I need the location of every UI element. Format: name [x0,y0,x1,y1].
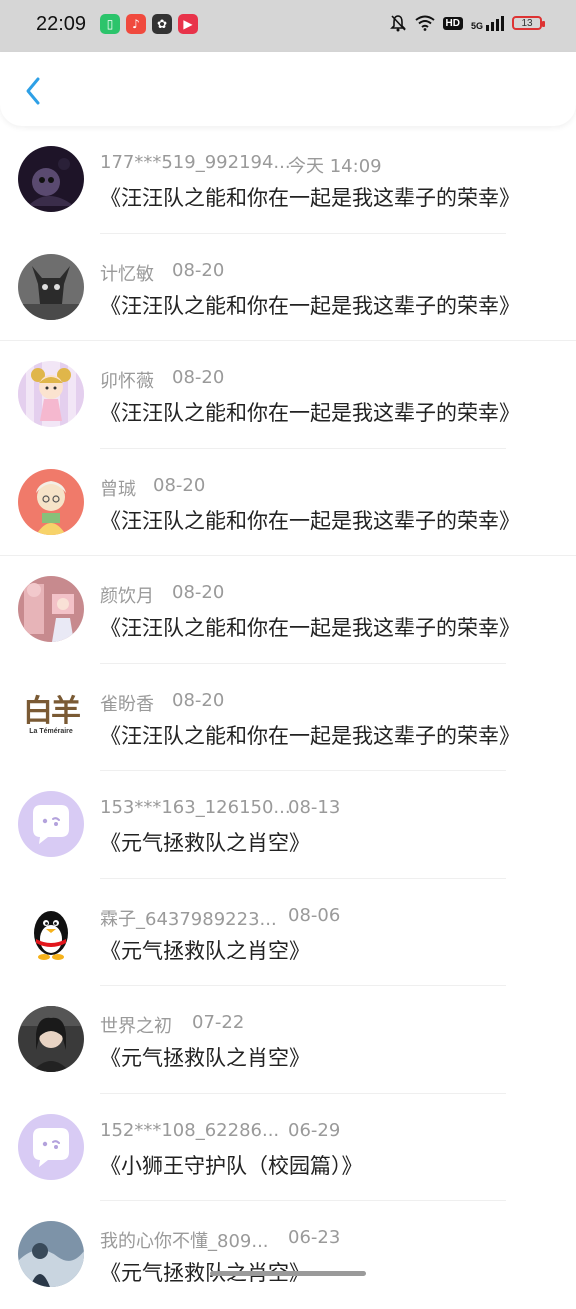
username: 153***163_126150... [100,797,291,818]
item-meta: 153***163_126150... 08-13 [100,797,340,818]
timestamp: 08-20 [172,689,225,711]
list-item[interactable]: 霖子_6437989223... 08-06 《元气拯救队之肖空》 [0,879,576,986]
item-meta: 世界之初 07-22 [100,1012,244,1038]
top-header [0,52,576,126]
list-item[interactable]: 曾珹 08-20 《汪汪队之能和你在一起是我这辈子的荣幸》 [0,449,576,556]
item-title: 《元气拯救队之肖空》 [100,1046,310,1070]
avatar[interactable] [18,1221,84,1287]
timestamp: 08-13 [288,797,341,818]
avatar[interactable] [18,898,84,965]
username: 177***519_992194... [100,152,291,173]
home-indicator[interactable] [210,1271,366,1276]
item-meta: 雀盼香 08-20 [100,690,224,716]
username: 霖子_6437989223... [100,908,277,930]
username: 152***108_62286... [100,1119,280,1141]
app-notification-icon: ▯ [100,14,120,34]
item-title: 《汪汪队之能和你在一起是我这辈子的荣幸》 [100,293,520,318]
list-item[interactable]: 世界之初 07-22 《元气拯救队之肖空》 [0,986,576,1094]
username: 我的心你不懂_809... [100,1231,269,1252]
cell-signal-icon: 5G [470,15,504,31]
battery-icon: 13 [512,16,545,30]
list-item[interactable]: 白羊 La Téméraire 雀盼香 08-20 《汪汪队之能和你在一起是我这… [0,664,576,771]
list-item[interactable]: 计忆敏 08-20 《汪汪队之能和你在一起是我这辈子的荣幸》 [0,234,576,341]
avatar[interactable]: 白羊 La Téméraire [18,683,84,750]
username: 雀盼香 [100,693,154,715]
username: 曾珹 [100,478,136,500]
avatar[interactable] [18,361,84,427]
avatar[interactable] [18,576,84,642]
list-item[interactable]: 卯怀薇 08-20 《汪汪队之能和你在一起是我这辈子的荣幸》 [0,341,576,449]
timestamp: 07-22 [192,1012,245,1033]
avatar-logo-subtext: La Téméraire [29,728,73,735]
timestamp: 08-20 [172,367,225,388]
list-item[interactable]: 153***163_126150... 08-13 《元气拯救队之肖空》 [0,771,576,879]
back-button[interactable] [18,76,48,106]
list-item[interactable]: 我的心你不懂_809... 06-23 《元气拯救队之肖空》 [0,1201,576,1309]
status-bar: 22:09 ▯ ♪ ✿ ▶ HD 5G 13 [0,0,576,52]
timestamp: 今天 14:09 [288,156,382,177]
status-time: 22:09 [36,13,87,35]
item-title: 《元气拯救队之肖空》 [100,831,310,855]
item-title: 《元气拯救队之肖空》 [100,938,310,963]
item-meta: 177***519_992194... 今天 14:09 [100,152,382,177]
timestamp: 08-20 [172,259,225,281]
list-item[interactable]: 颜饮月 08-20 《汪汪队之能和你在一起是我这辈子的荣幸》 [0,556,576,664]
timestamp: 06-23 [288,1227,341,1248]
status-app-icons: ▯ ♪ ✿ ▶ [100,14,198,34]
battery-level: 13 [521,17,533,29]
wifi-icon [414,15,435,31]
avatar[interactable] [18,1006,84,1072]
username: 世界之初 [100,1016,172,1037]
paw-app-icon: ✿ [152,14,172,34]
timestamp: 06-29 [288,1119,341,1141]
item-title: 《小狮王守护队（校园篇）》 [100,1153,363,1178]
username: 计忆敏 [100,263,154,285]
username: 颜饮月 [100,586,154,607]
item-title: 《汪汪队之能和你在一起是我这辈子的荣幸》 [100,723,520,748]
avatar[interactable] [18,791,84,857]
avatar[interactable] [18,253,84,320]
avatar[interactable] [18,146,84,212]
avatar-logo-text: 白羊 [23,694,81,729]
avatar[interactable] [18,1113,84,1180]
item-title: 《汪汪队之能和你在一起是我这辈子的荣幸》 [100,508,520,533]
video-app-icon: ▶ [178,14,198,34]
timestamp: 08-20 [153,474,206,496]
timestamp: 08-20 [172,582,225,603]
item-meta: 我的心你不懂_809... 06-23 [100,1227,340,1253]
item-meta: 曾珹 08-20 [100,475,205,501]
username: 卯怀薇 [100,371,154,392]
mute-bell-icon [389,15,406,32]
list-item[interactable]: 152***108_62286... 06-29 《小狮王守护队（校园篇）》 [0,1094,576,1201]
item-meta: 计忆敏 08-20 [100,260,224,286]
network-type: 5G [470,20,483,31]
item-meta: 152***108_62286... 06-29 [100,1119,340,1141]
item-meta: 霖子_6437989223... 08-06 [100,905,340,931]
comment-list: 177***519_992194... 今天 14:09 《汪汪队之能和你在一起… [0,126,576,1309]
item-meta: 颜饮月 08-20 [100,582,224,608]
item-title: 《汪汪队之能和你在一起是我这辈子的荣幸》 [100,186,520,210]
status-indicators: HD 5G 13 [389,14,545,32]
music-app-icon: ♪ [126,14,146,34]
timestamp: 08-06 [288,904,341,926]
item-title: 《汪汪队之能和你在一起是我这辈子的荣幸》 [100,401,520,425]
chevron-left-icon [26,77,40,105]
list-item[interactable]: 177***519_992194... 今天 14:09 《汪汪队之能和你在一起… [0,126,576,234]
avatar[interactable] [18,468,84,535]
item-meta: 卯怀薇 08-20 [100,367,224,393]
item-title: 《汪汪队之能和你在一起是我这辈子的荣幸》 [100,616,520,640]
hd-badge: HD [442,16,463,30]
